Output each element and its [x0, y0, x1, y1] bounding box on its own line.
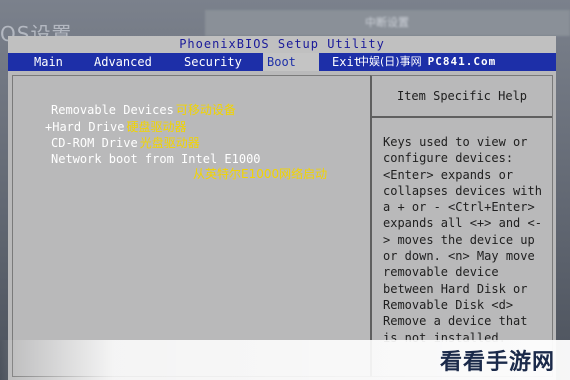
bios-title: PhoenixBIOS Setup Utility — [8, 36, 556, 53]
boot-item-label: Removable Devices — [51, 103, 174, 117]
site-logo: 看看手游网 — [440, 350, 556, 375]
watermark-brand: PC841.Com — [427, 55, 497, 68]
boot-item-label: +Hard Drive — [45, 120, 125, 134]
background-window-text: 中断设置 — [365, 16, 409, 29]
help-panel: Item Specific Help Keys used to view or … — [370, 75, 553, 377]
boot-item-network[interactable]: Network boot from Intel E1000 — [51, 152, 261, 166]
boot-item-hard-drive[interactable]: +Hard Drive 硬盘驱动器 — [45, 120, 187, 134]
boot-item-cdrom[interactable]: CD-ROM Drive 光盘驱动器 — [51, 136, 200, 150]
boot-item-removable[interactable]: Removable Devices 可移动设备 — [51, 103, 236, 117]
boot-order-panel: Removable Devices 可移动设备 +Hard Drive 硬盘驱动器 … — [12, 75, 372, 377]
background-blurred-window: 中断设置 — [205, 10, 570, 36]
tab-security[interactable]: Security — [180, 53, 246, 71]
tab-advanced[interactable]: Advanced — [90, 53, 156, 71]
help-title: Item Specific Help — [372, 76, 552, 118]
tab-boot[interactable]: Boot — [263, 53, 319, 71]
help-text: Keys used to view or configure devices: … — [383, 135, 542, 345]
boot-item-note: 光盘驱动器 — [139, 136, 200, 150]
tab-main[interactable]: Main — [30, 53, 67, 71]
watermark-cn: 中娱(日)事网 — [358, 55, 422, 68]
watermark: 中娱(日)事网 PC841.Com — [358, 53, 496, 71]
boot-item-label: CD-ROM Drive — [51, 136, 138, 150]
bios-screen: PhoenixBIOS Setup Utility Main Advanced … — [8, 36, 556, 380]
bios-menu-bar: Main Advanced Security Boot Exit 中娱(日)事网… — [8, 53, 556, 71]
boot-item-note: 硬盘驱动器 — [126, 120, 187, 134]
network-boot-note: 从英特尔E1000网络启动 — [193, 167, 328, 181]
boot-item-note: 可移动设备 — [175, 103, 236, 117]
boot-item-label: Network boot from Intel E1000 — [51, 152, 261, 166]
